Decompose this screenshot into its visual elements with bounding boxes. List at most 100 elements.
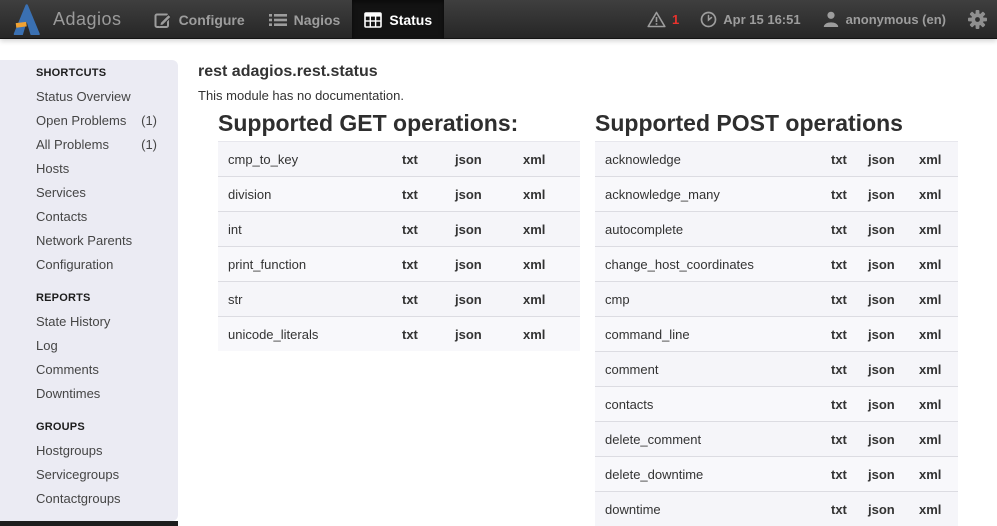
sidebar-item-open-problems[interactable]: Open Problems(1) (0, 109, 178, 133)
user-menu[interactable]: anonymous (en) (822, 10, 946, 28)
operation-row: inttxtjsonxml (218, 211, 580, 246)
operation-row: downtimetxtjsonxml (595, 491, 958, 526)
format-link-txt[interactable]: txt (402, 187, 455, 202)
format-link-xml[interactable]: xml (523, 257, 580, 272)
sidebar-item-downtimes[interactable]: Downtimes (0, 382, 178, 406)
format-link-json[interactable]: json (455, 222, 523, 237)
format-link-json[interactable]: json (455, 187, 523, 202)
operation-row: change_host_coordinatestxtjsonxml (595, 246, 958, 281)
format-link-txt[interactable]: txt (831, 502, 868, 517)
format-link-json[interactable]: json (868, 362, 919, 377)
format-link-txt[interactable]: txt (831, 222, 868, 237)
alerts-indicator[interactable]: 1 (647, 11, 679, 28)
format-link-json[interactable]: json (868, 152, 919, 167)
format-link-txt[interactable]: txt (402, 327, 455, 342)
format-link-txt[interactable]: txt (831, 397, 868, 412)
format-link-json[interactable]: json (455, 292, 523, 307)
format-link-xml[interactable]: xml (919, 502, 958, 517)
sidebar-item-contactgroups[interactable]: Contactgroups (0, 487, 178, 511)
format-link-xml[interactable]: xml (919, 257, 958, 272)
format-link-txt[interactable]: txt (402, 222, 455, 237)
list-icon (269, 12, 287, 28)
sidebar-item-services[interactable]: Services (0, 181, 178, 205)
settings-gear-icon[interactable] (967, 9, 988, 30)
format-link-txt[interactable]: txt (831, 187, 868, 202)
format-link-txt[interactable]: txt (831, 362, 868, 377)
warning-triangle-icon (647, 11, 666, 28)
sidebar-item-state-history[interactable]: State History (0, 310, 178, 334)
format-link-xml[interactable]: xml (919, 397, 958, 412)
format-link-txt[interactable]: txt (402, 152, 455, 167)
format-link-txt[interactable]: txt (831, 432, 868, 447)
operation-row: cmptxtjsonxml (595, 281, 958, 316)
operation-row: divisiontxtjsonxml (218, 176, 580, 211)
table-icon (364, 12, 382, 28)
format-link-xml[interactable]: xml (919, 187, 958, 202)
operation-name: acknowledge_many (595, 187, 831, 202)
format-link-json[interactable]: json (868, 292, 919, 307)
format-link-xml[interactable]: xml (523, 222, 580, 237)
format-link-json[interactable]: json (868, 222, 919, 237)
format-link-txt[interactable]: txt (831, 327, 868, 342)
format-link-json[interactable]: json (868, 187, 919, 202)
nav-item-configure[interactable]: Configure (142, 0, 257, 39)
operation-name: int (218, 222, 402, 237)
sidebar-item-network-parents[interactable]: Network Parents (0, 229, 178, 253)
sidebar-item-log[interactable]: Log (0, 334, 178, 358)
format-link-json[interactable]: json (868, 502, 919, 517)
nav-item-nagios[interactable]: Nagios (257, 0, 353, 39)
brand[interactable]: Adagios (0, 0, 122, 38)
sidebar-item-servicegroups[interactable]: Servicegroups (0, 463, 178, 487)
format-link-txt[interactable]: txt (402, 292, 455, 307)
format-link-xml[interactable]: xml (919, 327, 958, 342)
format-link-xml[interactable]: xml (919, 362, 958, 377)
format-link-json[interactable]: json (868, 397, 919, 412)
format-link-xml[interactable]: xml (919, 467, 958, 482)
format-link-json[interactable]: json (455, 327, 523, 342)
operation-name: change_host_coordinates (595, 257, 831, 272)
format-link-txt[interactable]: txt (831, 152, 868, 167)
format-link-xml[interactable]: xml (523, 292, 580, 307)
format-link-txt[interactable]: txt (831, 467, 868, 482)
sidebar-item-contacts[interactable]: Contacts (0, 205, 178, 229)
nav-item-label: Configure (179, 12, 245, 28)
nav-item-status[interactable]: Status (352, 0, 444, 39)
format-link-json[interactable]: json (455, 152, 523, 167)
format-link-json[interactable]: json (868, 432, 919, 447)
footer-bar (0, 521, 178, 526)
operation-name: unicode_literals (218, 327, 402, 342)
format-link-xml[interactable]: xml (919, 152, 958, 167)
clock-display[interactable]: Apr 15 16:51 (700, 11, 800, 28)
format-link-json[interactable]: json (868, 257, 919, 272)
sidebar-item-all-problems[interactable]: All Problems(1) (0, 133, 178, 157)
sidebar-item-hostgroups[interactable]: Hostgroups (0, 439, 178, 463)
sidebar-section-header: SHORTCUTS (36, 61, 178, 85)
format-link-xml[interactable]: xml (523, 152, 580, 167)
clock-icon (700, 11, 717, 28)
operation-row: autocompletetxtjsonxml (595, 211, 958, 246)
format-link-json[interactable]: json (868, 467, 919, 482)
format-link-xml[interactable]: xml (523, 187, 580, 202)
format-link-txt[interactable]: txt (402, 257, 455, 272)
sidebar-item-configuration[interactable]: Configuration (0, 253, 178, 277)
datetime-label: Apr 15 16:51 (723, 12, 800, 27)
format-link-json[interactable]: json (868, 327, 919, 342)
sidebar-item-hosts[interactable]: Hosts (0, 157, 178, 181)
format-link-xml[interactable]: xml (523, 327, 580, 342)
format-link-txt[interactable]: txt (831, 292, 868, 307)
format-link-json[interactable]: json (455, 257, 523, 272)
operation-name: downtime (595, 502, 831, 517)
sidebar-item-label: Servicegroups (36, 463, 119, 487)
sidebar-item-label: Configuration (36, 253, 113, 277)
operation-row: commenttxtjsonxml (595, 351, 958, 386)
format-link-xml[interactable]: xml (919, 432, 958, 447)
post-operations-heading: Supported POST operations (595, 109, 958, 138)
format-link-txt[interactable]: txt (831, 257, 868, 272)
format-link-xml[interactable]: xml (919, 222, 958, 237)
sidebar-item-comments[interactable]: Comments (0, 358, 178, 382)
operation-name: str (218, 292, 402, 307)
operation-name: comment (595, 362, 831, 377)
format-link-xml[interactable]: xml (919, 292, 958, 307)
sidebar-item-status-overview[interactable]: Status Overview (0, 85, 178, 109)
post-operations-table: acknowledgetxtjsonxmlacknowledge_manytxt… (595, 141, 958, 526)
